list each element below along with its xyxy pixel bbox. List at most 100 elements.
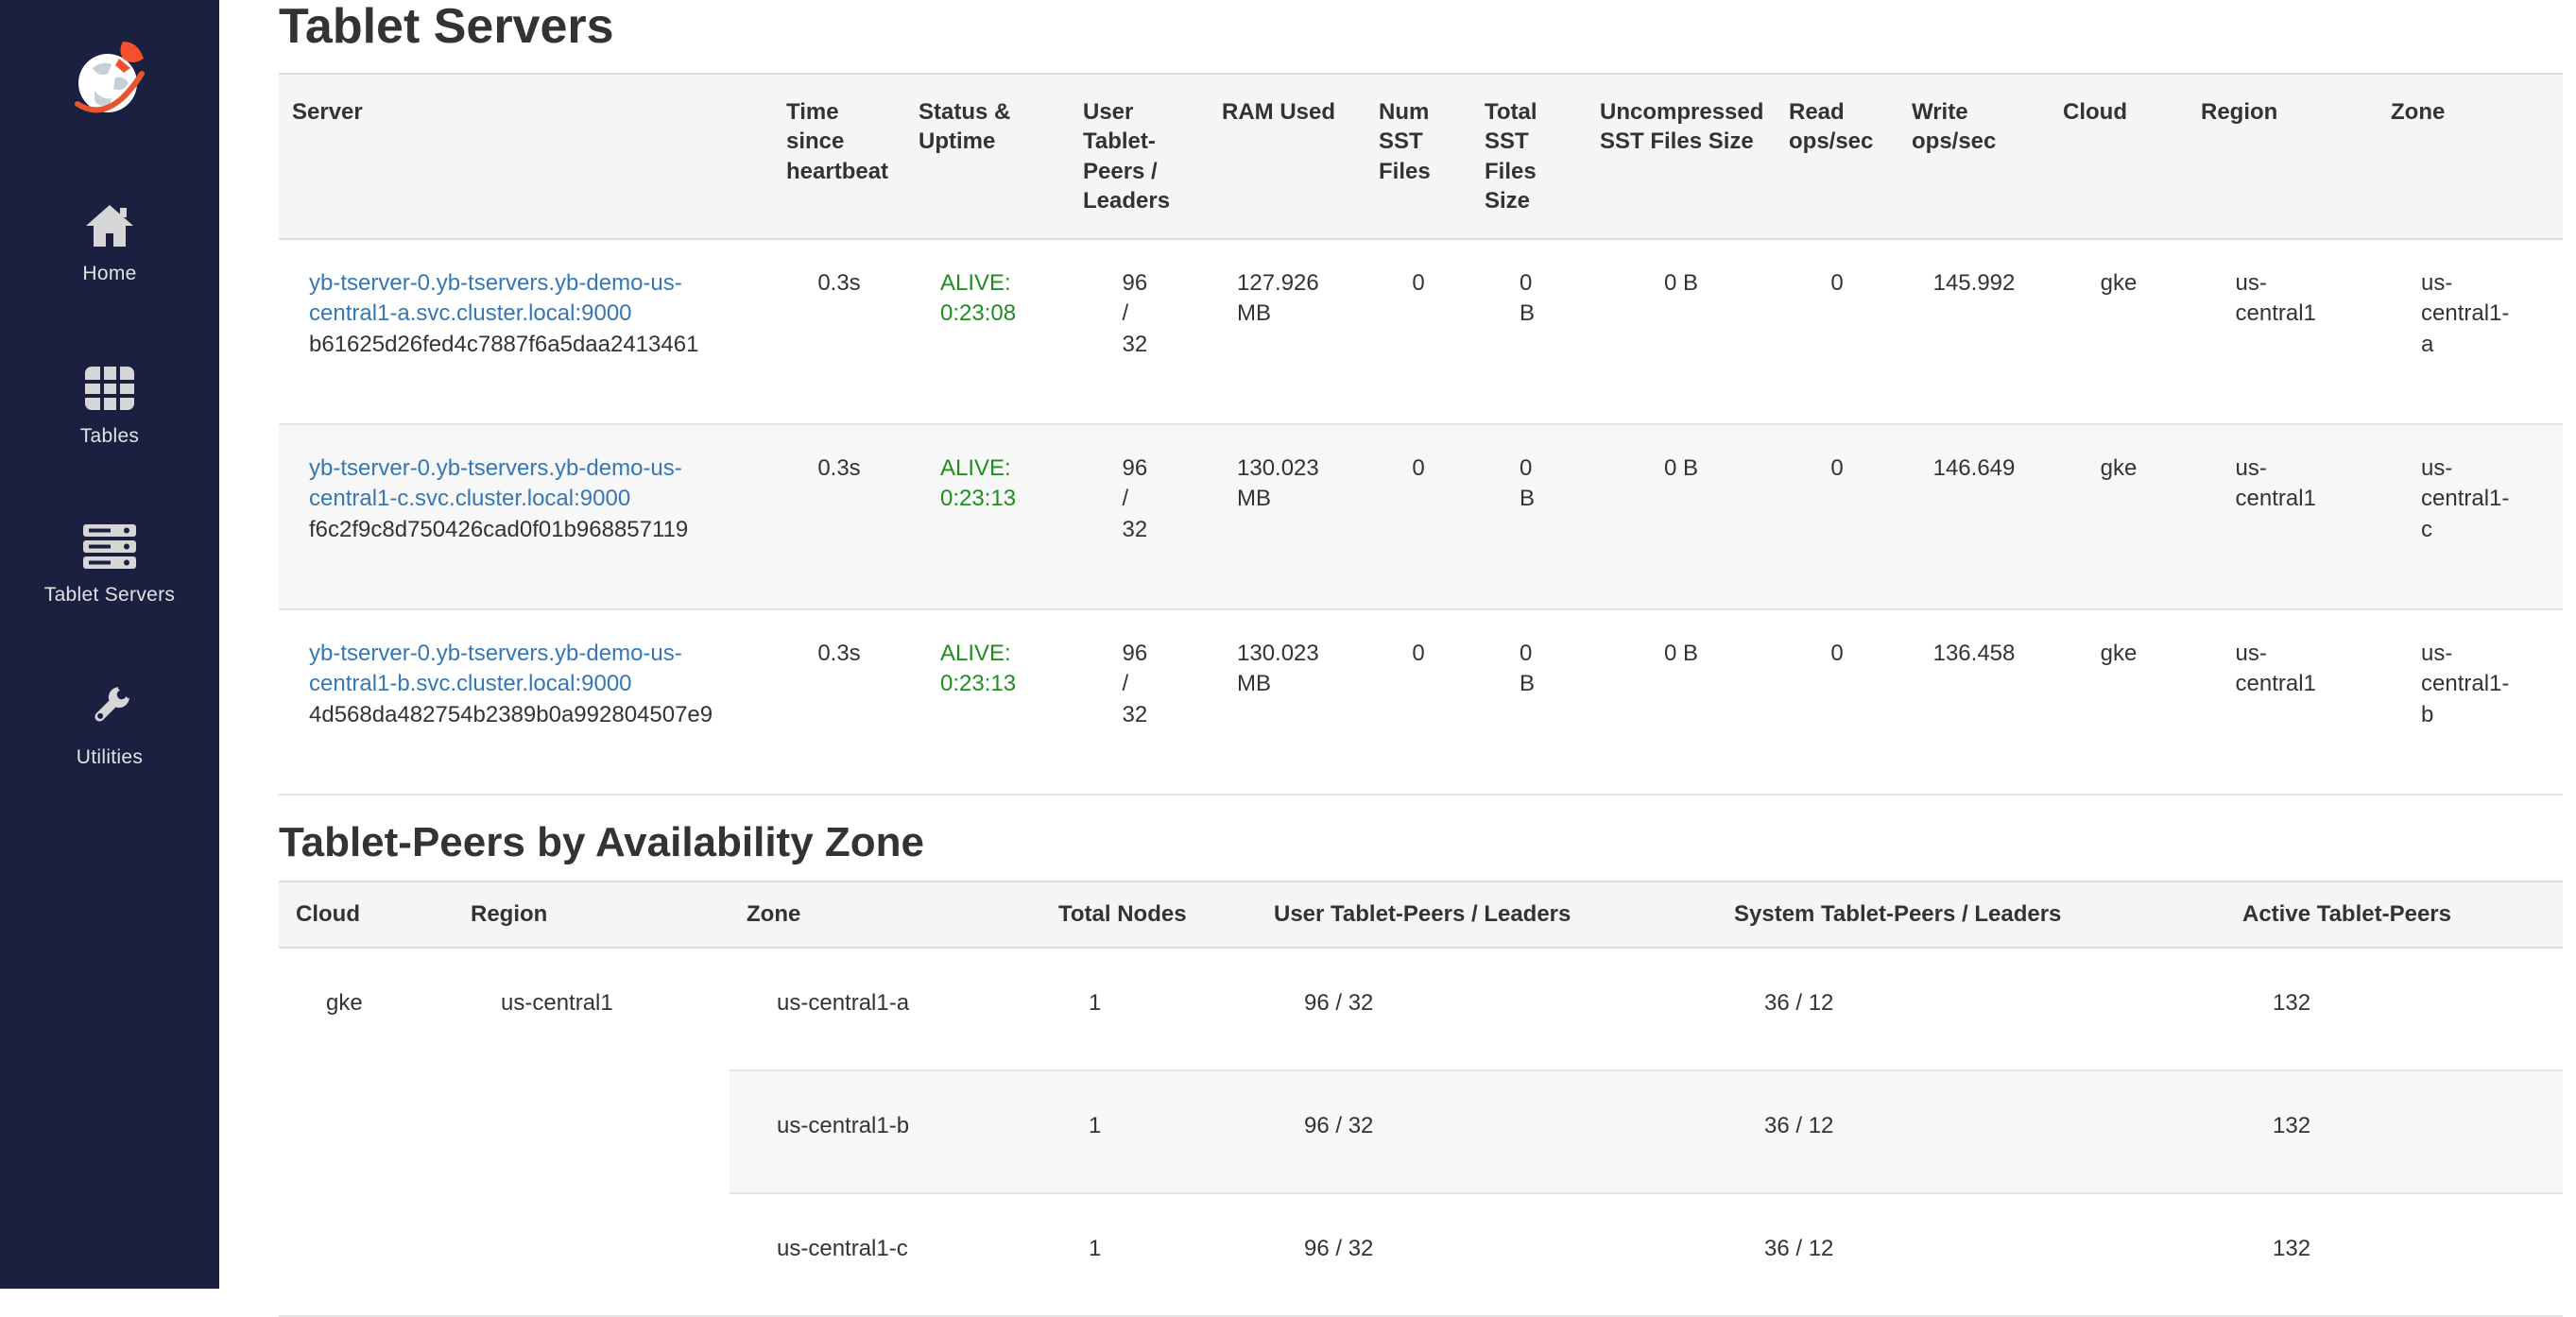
col-server: Server (279, 74, 773, 239)
tserver-uuid: b61625d26fed4c7887f6a5daa2413461 (309, 330, 760, 360)
cell-az-zone: us-central1-a (730, 948, 1041, 1070)
utilities-icon (84, 681, 135, 737)
cell-az-user-peers: 96 / 32 (1257, 1193, 1717, 1316)
col-user-peers: User Tablet-Peers / Leaders (1070, 74, 1209, 239)
col-cloud: Cloud (2050, 74, 2188, 239)
cell-ram: 130.023 MB (1209, 424, 1365, 609)
cell-heartbeat: 0.3s (773, 239, 905, 424)
col-write-ops: Write ops/sec (1898, 74, 2050, 239)
cell-az-user-peers: 96 / 32 (1257, 1070, 1717, 1193)
tserver-row: yb-tserver-0.yb-tservers.yb-demo-us-cent… (279, 239, 2563, 424)
cell-az-zone: us-central1-b (730, 1070, 1041, 1193)
col-zone: Zone (2378, 74, 2563, 239)
cell-cloud: gke (2050, 424, 2188, 609)
cell-az-zone: us-central1-c (730, 1193, 1041, 1316)
az-row: gke us-central1 us-central1-a 1 96 / 32 … (279, 948, 2563, 1070)
tablet-servers-table: Server Time since heartbeat Status & Upt… (279, 73, 2563, 795)
col-status-uptime: Status & Uptime (905, 74, 1070, 239)
col-num-sst: Num SST Files (1365, 74, 1471, 239)
cell-az-system-peers: 36 / 12 (1717, 1193, 2225, 1316)
cell-status: ALIVE: 0:23:08 (905, 239, 1070, 424)
sidebar-item-tables[interactable]: Tables (80, 366, 140, 448)
cell-server: yb-tserver-0.yb-tservers.yb-demo-us-cent… (279, 424, 773, 609)
cell-az-total-nodes: 1 (1041, 1193, 1257, 1316)
col-az-active-peers: Active Tablet-Peers (2225, 881, 2563, 947)
tserver-row: yb-tserver-0.yb-tservers.yb-demo-us-cent… (279, 424, 2563, 609)
tserver-link[interactable]: yb-tserver-0.yb-tservers.yb-demo-us-cent… (309, 639, 753, 700)
cell-az-system-peers: 36 / 12 (1717, 948, 2225, 1070)
col-az-region: Region (454, 881, 730, 947)
az-header-row: Cloud Region Zone Total Nodes User Table… (279, 881, 2563, 947)
cell-num-sst: 0 (1365, 609, 1471, 795)
sidebar: Home Tables (0, 0, 219, 1289)
col-uncompressed-sst: Uncompressed SST Files Size (1587, 74, 1776, 239)
tables-icon (84, 366, 135, 416)
tserver-uuid: f6c2f9c8d750426cad0f01b968857119 (309, 515, 760, 545)
cell-az-active-peers: 132 (2225, 948, 2563, 1070)
cell-az-region: us-central1 (454, 948, 730, 1316)
cell-read-ops: 0 (1776, 239, 1898, 424)
planet-rocket-icon (66, 34, 153, 121)
cell-user-peers: 96 / 32 (1070, 424, 1209, 609)
sidebar-item-home[interactable]: Home (82, 203, 136, 285)
cell-uncompressed-sst: 0 B (1587, 424, 1776, 609)
cell-num-sst: 0 (1365, 239, 1471, 424)
col-az-system-peers: System Tablet-Peers / Leaders (1717, 881, 2225, 947)
sidebar-item-label: Tablet Servers (44, 584, 175, 607)
cell-user-peers: 96 / 32 (1070, 239, 1209, 424)
cell-read-ops: 0 (1776, 609, 1898, 795)
cell-az-cloud: gke (279, 948, 454, 1316)
cell-ram: 127.926 MB (1209, 239, 1365, 424)
tserver-row: yb-tserver-0.yb-tservers.yb-demo-us-cent… (279, 609, 2563, 795)
sidebar-item-label: Utilities (77, 746, 143, 769)
col-az-total-nodes: Total Nodes (1041, 881, 1257, 947)
cell-uncompressed-sst: 0 B (1587, 609, 1776, 795)
col-az-cloud: Cloud (279, 881, 454, 947)
cell-status: ALIVE: 0:23:13 (905, 609, 1070, 795)
col-ram: RAM Used (1209, 74, 1365, 239)
cell-ram: 130.023 MB (1209, 609, 1365, 795)
sidebar-item-utilities[interactable]: Utilities (77, 681, 143, 769)
cell-user-peers: 96 / 32 (1070, 609, 1209, 795)
col-region: Region (2188, 74, 2378, 239)
sidebar-item-tablet-servers[interactable]: Tablet Servers (44, 524, 175, 607)
col-heartbeat: Time since heartbeat (773, 74, 905, 239)
cell-zone: us-central1-a (2378, 239, 2563, 424)
cell-total-sst: 0 B (1471, 424, 1587, 609)
main-content: Tablet Servers Server Time since heartbe… (219, 0, 2576, 1317)
cell-uncompressed-sst: 0 B (1587, 239, 1776, 424)
tserver-link[interactable]: yb-tserver-0.yb-tservers.yb-demo-us-cent… (309, 453, 753, 515)
cell-write-ops: 136.458 (1898, 609, 2050, 795)
col-read-ops: Read ops/sec (1776, 74, 1898, 239)
cell-az-user-peers: 96 / 32 (1257, 948, 1717, 1070)
cell-num-sst: 0 (1365, 424, 1471, 609)
col-az-zone: Zone (730, 881, 1041, 947)
cell-az-total-nodes: 1 (1041, 948, 1257, 1070)
cell-write-ops: 145.992 (1898, 239, 2050, 424)
az-section-title: Tablet-Peers by Availability Zone (279, 820, 2563, 865)
cell-az-active-peers: 132 (2225, 1193, 2563, 1316)
cell-total-sst: 0 B (1471, 239, 1587, 424)
home-icon (84, 203, 135, 253)
cell-region: us-central1 (2188, 609, 2378, 795)
cell-total-sst: 0 B (1471, 609, 1587, 795)
yugabyte-logo[interactable] (66, 34, 153, 126)
sidebar-item-label: Home (82, 263, 136, 285)
col-az-user-peers: User Tablet-Peers / Leaders (1257, 881, 1717, 947)
col-total-sst: Total SST Files Size (1471, 74, 1587, 239)
sidebar-item-label: Tables (80, 425, 140, 448)
cell-heartbeat: 0.3s (773, 609, 905, 795)
cell-heartbeat: 0.3s (773, 424, 905, 609)
tserver-link[interactable]: yb-tserver-0.yb-tservers.yb-demo-us-cent… (309, 268, 753, 330)
tserver-header-row: Server Time since heartbeat Status & Upt… (279, 74, 2563, 239)
tserver-uuid: 4d568da482754b2389b0a992804507e9 (309, 700, 760, 730)
cell-server: yb-tserver-0.yb-tservers.yb-demo-us-cent… (279, 239, 773, 424)
cell-zone: us-central1-b (2378, 609, 2563, 795)
cell-region: us-central1 (2188, 239, 2378, 424)
cell-read-ops: 0 (1776, 424, 1898, 609)
cell-cloud: gke (2050, 239, 2188, 424)
cell-az-total-nodes: 1 (1041, 1070, 1257, 1193)
cell-server: yb-tserver-0.yb-tservers.yb-demo-us-cent… (279, 609, 773, 795)
cell-status: ALIVE: 0:23:13 (905, 424, 1070, 609)
az-table: Cloud Region Zone Total Nodes User Table… (279, 881, 2563, 1316)
